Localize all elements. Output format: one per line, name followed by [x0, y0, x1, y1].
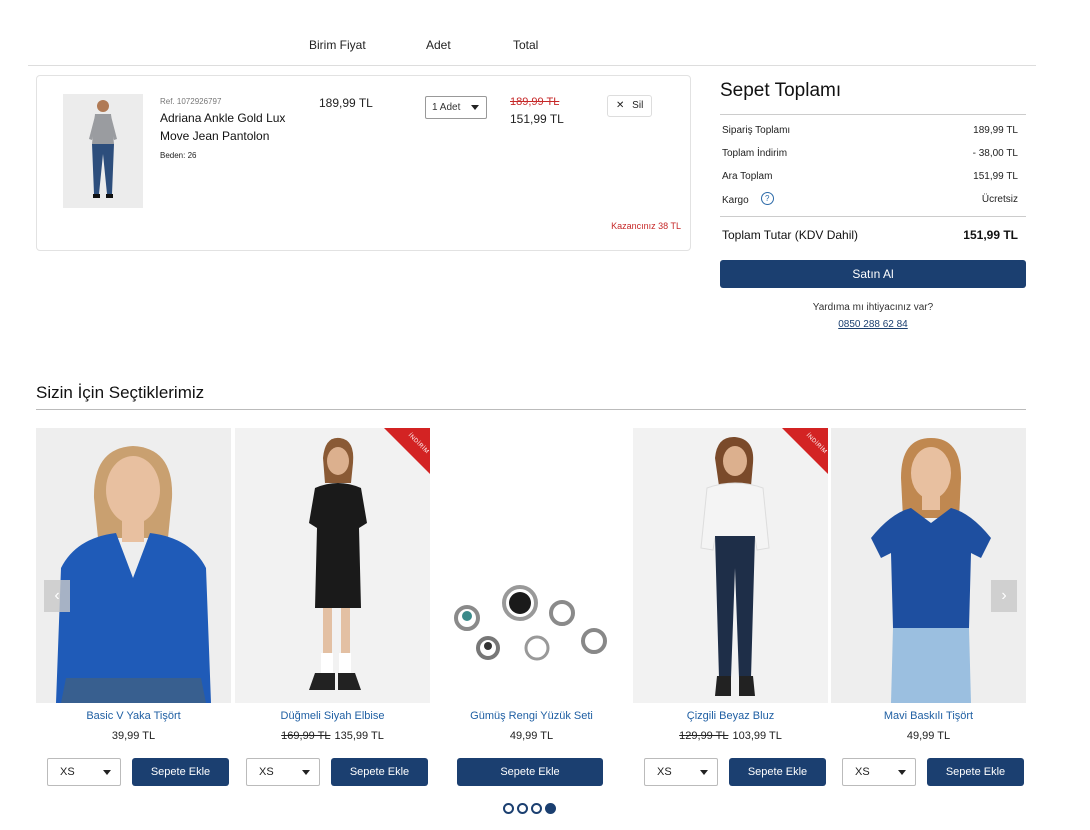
- size-value: XS: [855, 766, 870, 778]
- product-image[interactable]: [36, 428, 231, 703]
- summary-row-order-total: Sipariş Toplamı 189,99 TL: [720, 125, 1026, 148]
- summary-row-label: Kargo: [722, 195, 749, 206]
- product-current-price: 49,99 TL: [509, 730, 554, 742]
- add-to-cart-button[interactable]: Sepete Ekle: [927, 758, 1024, 786]
- size-select[interactable]: XS: [644, 758, 718, 786]
- add-to-cart-button[interactable]: Sepete Ekle: [132, 758, 229, 786]
- product-card: İNDİRİM Çizgili Beyaz Bluz 129,99 TL 103,…: [633, 428, 828, 786]
- product-card: İNDİRİM Düğmeli Siyah Elbise 169,99 TL 13…: [235, 428, 430, 786]
- carousel-pagination: [503, 801, 559, 819]
- summary-row-value: Ücretsiz: [981, 194, 1018, 205]
- summary-row-subtotal: Ara Toplam 151,99 TL: [720, 171, 1026, 194]
- header-unit-price: Birim Fiyat: [309, 38, 366, 52]
- product-price: 49,99 TL: [434, 730, 629, 742]
- product-old-price: 169,99 TL: [281, 730, 331, 742]
- size-select[interactable]: XS: [842, 758, 916, 786]
- product-price: 129,99 TL 103,99 TL: [633, 730, 828, 742]
- product-image[interactable]: İNDİRİM: [235, 428, 430, 703]
- help-circle-icon[interactable]: ?: [760, 192, 774, 205]
- product-price: 169,99 TL 135,99 TL: [235, 730, 430, 742]
- summary-row-label-wrap: Kargo?: [722, 192, 774, 207]
- add-to-cart-button[interactable]: Sepete Ekle: [331, 758, 428, 786]
- grand-total-value: 151,99 TL: [963, 228, 1018, 242]
- carousel-prev-button[interactable]: ‹: [44, 580, 70, 612]
- product-image[interactable]: [831, 428, 1026, 703]
- header-quantity: Adet: [426, 38, 451, 52]
- product-name[interactable]: Düğmeli Siyah Elbise: [235, 710, 430, 722]
- product-name[interactable]: Gümüş Rengi Yüzük Seti: [434, 710, 629, 722]
- quantity-select[interactable]: 1 Adet: [425, 96, 487, 119]
- add-to-cart-button[interactable]: Sepete Ekle: [729, 758, 826, 786]
- summary-grand-total: Toplam Tutar (KDV Dahil) 151,99 TL: [720, 216, 1026, 246]
- cart-item-name[interactable]: Adriana Ankle Gold Lux Move Jean Pantolo…: [160, 109, 300, 145]
- buy-button[interactable]: Satın Al: [720, 260, 1026, 288]
- summary-row-value: 189,99 TL: [973, 125, 1018, 136]
- summary-row-label: Sipariş Toplamı: [722, 125, 791, 136]
- summary-row-shipping: Kargo? Ücretsiz: [720, 192, 1026, 217]
- cart-item-ref: Ref. 1072926797: [160, 97, 222, 106]
- cart-summary: Sepet Toplamı Sipariş Toplamı 189,99 TL …: [720, 80, 1026, 330]
- size-select[interactable]: XS: [47, 758, 121, 786]
- chevron-down-icon: [700, 770, 708, 775]
- quantity-value: 1 Adet: [432, 102, 461, 113]
- cart-item-new-total: 151,99 TL: [510, 112, 564, 126]
- product-current-price: 135,99 TL: [334, 730, 384, 742]
- product-price: 49,99 TL: [831, 730, 1026, 742]
- product-image[interactable]: [434, 428, 629, 703]
- summary-row-value: - 38,00 TL: [972, 148, 1018, 159]
- cart-item-unit-price: 189,99 TL: [319, 96, 373, 110]
- cart-item-image[interactable]: [63, 94, 143, 208]
- chevron-down-icon: [471, 105, 479, 110]
- size-value: XS: [657, 766, 672, 778]
- product-name[interactable]: Mavi Baskılı Tişört: [831, 710, 1026, 722]
- carousel-dot[interactable]: [517, 803, 528, 814]
- grand-total-label: Toplam Tutar (KDV Dahil): [722, 228, 859, 242]
- remove-label: Sil: [632, 100, 644, 111]
- summary-row-label: Ara Toplam: [722, 171, 773, 182]
- product-price: 39,99 TL: [36, 730, 231, 742]
- product-current-price: 103,99 TL: [732, 730, 782, 742]
- cart-item-old-total: 189,99 TL: [510, 96, 560, 108]
- carousel-dot[interactable]: [531, 803, 542, 814]
- summary-title: Sepet Toplamı: [720, 80, 1026, 115]
- product-name[interactable]: Çizgili Beyaz Bluz: [633, 710, 828, 722]
- help-text: Yardıma mı ihtiyacınız var?: [812, 302, 934, 313]
- size-value: XS: [60, 766, 75, 778]
- product-card: Mavi Baskılı Tişört 49,99 TL XS Sepete E…: [831, 428, 1026, 786]
- size-select[interactable]: XS: [246, 758, 320, 786]
- savings-text: Kazancınız 38 TL: [611, 221, 681, 231]
- carousel-next-button[interactable]: ›: [991, 580, 1017, 612]
- carousel-dot-active[interactable]: [545, 803, 556, 814]
- cart-column-headers: Birim Fiyat Adet Total: [28, 0, 1036, 66]
- close-icon: ✕: [616, 100, 625, 111]
- carousel-dot[interactable]: [503, 803, 514, 814]
- summary-row-value: 151,99 TL: [973, 171, 1018, 182]
- summary-row-label: Toplam İndirim: [722, 148, 788, 159]
- product-old-price: 129,99 TL: [679, 730, 729, 742]
- product-name[interactable]: Basic V Yaka Tişört: [36, 710, 231, 722]
- product-card: Basic V Yaka Tişört 39,99 TL XS Sepete E…: [36, 428, 231, 786]
- chevron-down-icon: [302, 770, 310, 775]
- divider: [36, 409, 1026, 410]
- header-total: Total: [513, 38, 539, 52]
- summary-row-discount: Toplam İndirim - 38,00 TL: [720, 148, 1026, 171]
- recommendations-title: Sizin İçin Seçtiklerimiz: [36, 383, 205, 402]
- add-to-cart-button[interactable]: Sepete Ekle: [457, 758, 603, 786]
- cart-item: Ref. 1072926797 Adriana Ankle Gold Lux M…: [36, 75, 691, 251]
- product-current-price: 49,99 TL: [906, 730, 951, 742]
- chevron-down-icon: [103, 770, 111, 775]
- chevron-down-icon: [898, 770, 906, 775]
- product-current-price: 39,99 TL: [111, 730, 156, 742]
- help-phone-link[interactable]: 0850 288 62 84: [720, 319, 1026, 330]
- size-value: XS: [259, 766, 274, 778]
- remove-button[interactable]: ✕ Sil: [607, 95, 652, 117]
- product-card: Gümüş Rengi Yüzük Seti 49,99 TL Sepete E…: [434, 428, 629, 786]
- cart-item-size: Beden: 26: [160, 151, 197, 160]
- product-image[interactable]: İNDİRİM: [633, 428, 828, 703]
